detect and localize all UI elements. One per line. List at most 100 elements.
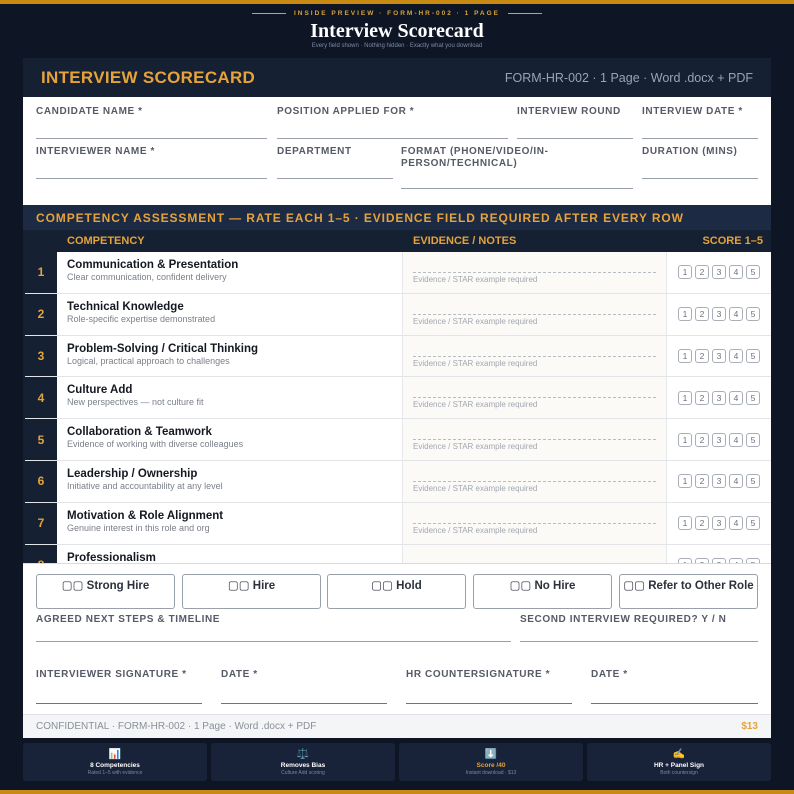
competency-description: Clear communication, confident delivery (67, 272, 227, 282)
evidence-line[interactable] (413, 522, 656, 524)
evidence-cell[interactable]: Evidence / STAR example required (403, 293, 667, 335)
strong-hire-option[interactable]: ▢▢ Strong Hire (36, 574, 175, 609)
score-box[interactable]: 2 (695, 432, 709, 447)
position-line[interactable] (277, 138, 508, 139)
score-box[interactable]: 3 (712, 432, 726, 447)
score-box[interactable]: 1 (678, 432, 692, 447)
next-steps-line[interactable] (36, 641, 511, 642)
score-box[interactable]: 2 (695, 265, 709, 280)
score-box[interactable]: 4 (729, 474, 743, 489)
score-box[interactable]: 5 (746, 516, 760, 531)
department-line[interactable] (277, 178, 393, 179)
score-box[interactable]: 2 (695, 390, 709, 405)
date-line-1[interactable] (221, 703, 387, 704)
competency-rows: 1 Communication & Presentation Clear com… (25, 252, 771, 563)
evidence-cell[interactable]: Evidence / STAR example required (403, 544, 667, 563)
score-box[interactable]: 3 (712, 390, 726, 405)
score-box[interactable]: 5 (746, 390, 760, 405)
score-box[interactable]: 5 (746, 348, 760, 363)
second-interview-line[interactable] (520, 641, 758, 642)
score-box[interactable]: 2 (695, 348, 709, 363)
interviewer-name-line[interactable] (36, 178, 267, 179)
bar-chart-icon: 📊 (108, 748, 122, 760)
interviewer-signature-label: INTERVIEWER SIGNATURE * (36, 669, 187, 680)
format-line[interactable] (401, 188, 633, 189)
hire-option[interactable]: ▢▢ Hire (182, 574, 321, 609)
score-box[interactable]: 4 (729, 348, 743, 363)
interviewer-signature-field[interactable]: INTERVIEWER SIGNATURE * (36, 669, 202, 709)
evidence-line[interactable] (413, 397, 656, 399)
evidence-cell[interactable]: Evidence / STAR example required (403, 377, 667, 419)
evidence-line[interactable] (413, 480, 656, 482)
refer-option[interactable]: ▢▢ Refer to Other Role (619, 574, 758, 609)
interviewer-signature-line[interactable] (36, 703, 202, 704)
score-box[interactable]: 5 (746, 432, 760, 447)
competency-name: Problem-Solving / Critical Thinking (67, 342, 259, 355)
score-box[interactable]: 2 (695, 474, 709, 489)
score-box[interactable]: 1 (678, 348, 692, 363)
date-field-1[interactable]: DATE * (221, 669, 387, 709)
bottom-accent-bar (0, 790, 794, 794)
position-field[interactable]: POSITION APPLIED FOR * (277, 106, 508, 140)
second-interview-field[interactable]: SECOND INTERVIEW REQUIRED? Y / N (520, 614, 758, 644)
kicker-rule-right (508, 13, 543, 14)
feature-card: ⚖️ Removes Bias Culture Add scoring (211, 743, 395, 781)
score-box[interactable]: 4 (729, 307, 743, 322)
interviewer-name-field[interactable]: INTERVIEWER NAME * (36, 146, 267, 180)
interview-date-field[interactable]: INTERVIEW DATE * (642, 106, 758, 140)
score-box[interactable]: 3 (712, 474, 726, 489)
evidence-cell[interactable]: Evidence / STAR example required (403, 419, 667, 460)
score-box[interactable]: 5 (746, 474, 760, 489)
hr-countersignature-line[interactable] (406, 703, 572, 704)
candidate-name-field[interactable]: CANDIDATE NAME * (36, 106, 267, 140)
evidence-cell[interactable]: Evidence / STAR example required (403, 460, 667, 502)
no-hire-option[interactable]: ▢▢ No Hire (473, 574, 612, 609)
score-box[interactable]: 1 (678, 516, 692, 531)
score-box[interactable]: 4 (729, 432, 743, 447)
interview-round-line[interactable] (517, 138, 633, 139)
evidence-cell[interactable]: Evidence / STAR example required (403, 335, 667, 377)
duration-line[interactable] (642, 178, 758, 179)
evidence-line[interactable] (413, 313, 656, 315)
score-box[interactable]: 1 (678, 265, 692, 280)
duration-field[interactable]: DURATION (MINS) (642, 146, 758, 180)
evidence-line[interactable] (413, 355, 656, 357)
hold-option[interactable]: ▢▢ Hold (327, 574, 466, 609)
competency-name: Professionalism (67, 551, 156, 563)
candidate-name-line[interactable] (36, 138, 267, 139)
evidence-cell[interactable]: Evidence / STAR example required (403, 252, 667, 293)
competency-cell: Professionalism (57, 544, 403, 563)
score-box[interactable]: 1 (678, 307, 692, 322)
score-box[interactable]: 3 (712, 307, 726, 322)
competency-description: Genuine interest in this role and org (67, 522, 210, 533)
score-box[interactable]: 4 (729, 265, 743, 280)
hr-countersignature-field[interactable]: HR COUNTERSIGNATURE * (406, 669, 572, 709)
scorecard-document: INTERVIEW SCORECARD FORM-HR-002 · 1 Page… (23, 58, 771, 738)
evidence-cell[interactable]: Evidence / STAR example required (403, 502, 667, 544)
position-label: POSITION APPLIED FOR * (277, 106, 415, 117)
date-field-2[interactable]: DATE * (591, 669, 758, 709)
interview-round-field[interactable]: INTERVIEW ROUND (517, 106, 633, 140)
evidence-line[interactable] (413, 272, 656, 273)
score-box[interactable]: 3 (712, 265, 726, 280)
competency-cell: Collaboration & Teamwork Evidence of wor… (57, 419, 403, 460)
feature-card: 📊 8 Competencies Rated 1–5 with evidence (23, 743, 207, 781)
score-box[interactable]: 1 (678, 390, 692, 405)
score-cell: 12345 (667, 252, 771, 293)
next-steps-field[interactable]: AGREED NEXT STEPS & TIMELINE (36, 614, 511, 644)
footer-text: CONFIDENTIAL · FORM-HR-002 · 1 Page · Wo… (36, 721, 317, 732)
score-box[interactable]: 4 (729, 516, 743, 531)
score-box[interactable]: 2 (695, 516, 709, 531)
interview-date-line[interactable] (642, 138, 758, 139)
score-box[interactable]: 4 (729, 390, 743, 405)
score-box[interactable]: 3 (712, 516, 726, 531)
score-box[interactable]: 3 (712, 348, 726, 363)
score-box[interactable]: 5 (746, 307, 760, 322)
score-box[interactable]: 2 (695, 307, 709, 322)
format-field[interactable]: FORMAT (PHONE/VIDEO/IN-PERSON/TECHNICAL) (401, 146, 633, 190)
date-line-2[interactable] (591, 703, 758, 704)
evidence-line[interactable] (413, 439, 656, 441)
score-box[interactable]: 5 (746, 265, 760, 280)
department-field[interactable]: DEPARTMENT (277, 146, 393, 180)
score-box[interactable]: 1 (678, 474, 692, 489)
